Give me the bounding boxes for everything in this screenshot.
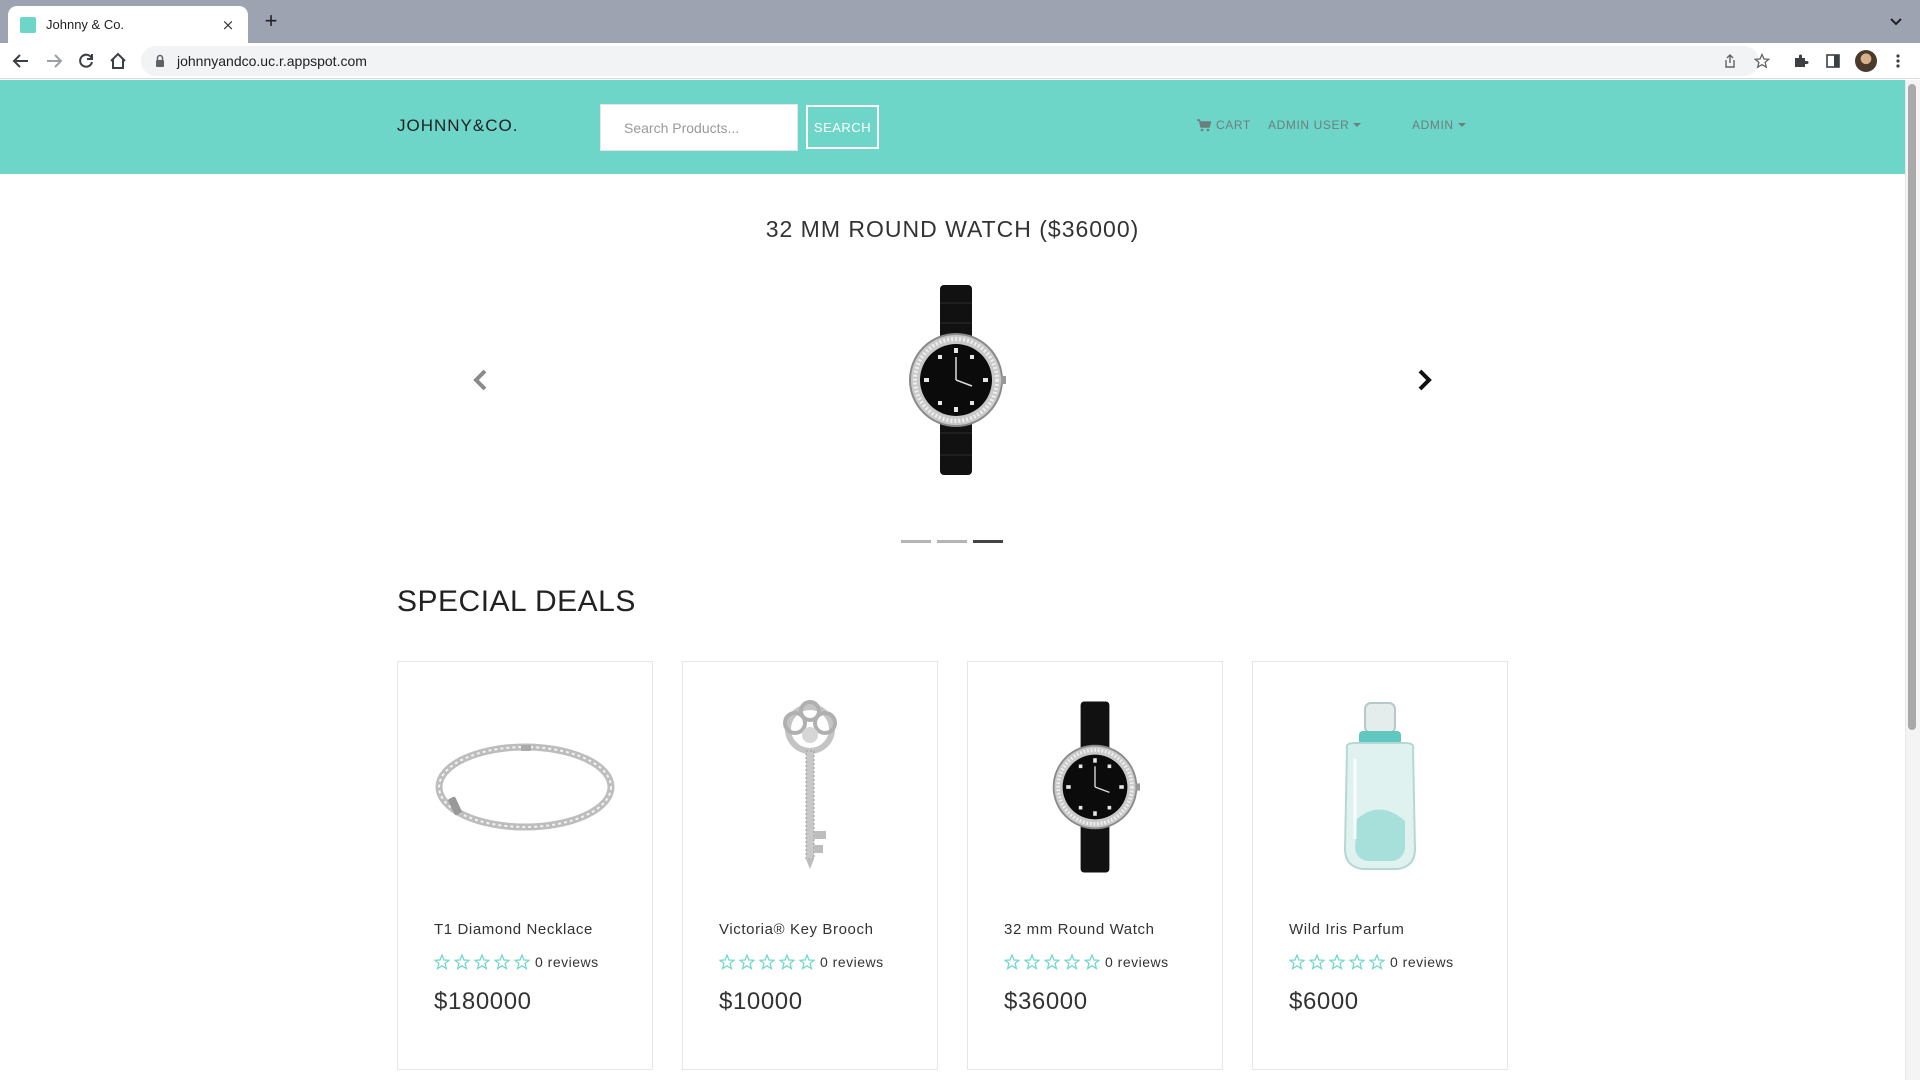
star-outline-icon (1289, 954, 1305, 970)
star-outline-icon (739, 954, 755, 970)
side-panel-icon (1826, 54, 1840, 68)
cart-icon (1197, 118, 1211, 131)
product-card[interactable]: T1 Diamond Necklace 0 reviews $180000 (397, 661, 653, 1070)
home-button[interactable] (106, 49, 130, 73)
star-outline-icon (1004, 954, 1020, 970)
star-outline-icon (799, 954, 815, 970)
product-price: $6000 (1289, 988, 1359, 1015)
address-bar[interactable]: johnnyandco.uc.r.appspot.com (141, 46, 1759, 76)
tab-close-button[interactable]: × (220, 16, 236, 34)
carousel-title[interactable]: 32 MM ROUND WATCH ($36000) (0, 216, 1905, 243)
profile-avatar[interactable] (1855, 50, 1877, 72)
reload-icon (79, 53, 93, 68)
caret-down-icon (1353, 123, 1362, 127)
side-panel-button[interactable] (1821, 49, 1845, 73)
carousel-indicator[interactable] (937, 540, 967, 543)
bookmark-button[interactable] (1750, 49, 1774, 73)
caret-down-icon (1457, 123, 1466, 127)
share-button[interactable] (1718, 49, 1742, 73)
site-header: JOHNNY&CO. SEARCH CART ADMIN USER ADMIN (0, 80, 1905, 174)
cart-link[interactable]: CART (1197, 118, 1251, 132)
favicon-icon (20, 16, 36, 33)
carousel-next-chevron-icon[interactable] (1412, 368, 1436, 392)
page-scrollbar-thumb[interactable] (1908, 84, 1916, 730)
perfume-bottle-image (1343, 702, 1417, 870)
kebab-menu-icon (1896, 54, 1900, 68)
product-name[interactable]: T1 Diamond Necklace (434, 921, 593, 938)
star-outline-icon (1084, 954, 1100, 970)
star-outline-icon (454, 954, 470, 970)
star-outline-icon (1309, 954, 1325, 970)
product-card[interactable]: Wild Iris Parfum 0 reviews $6000 (1252, 661, 1508, 1070)
product-name[interactable]: Victoria® Key Brooch (719, 921, 874, 938)
star-outline-icon (1369, 954, 1385, 970)
brand-logo[interactable]: JOHNNY&CO. (397, 116, 518, 136)
star-outline-icon (494, 954, 510, 970)
product-price: $10000 (719, 988, 803, 1015)
watch-image (1052, 701, 1140, 873)
back-button[interactable] (9, 49, 33, 73)
rating-stars: 0 reviews (1004, 954, 1169, 970)
product-card[interactable]: 32 mm Round Watch 0 reviews $36000 (967, 661, 1223, 1070)
url-text: johnnyandco.uc.r.appspot.com (177, 53, 367, 69)
watch-image[interactable] (906, 283, 1006, 477)
star-outline-icon (1024, 954, 1040, 970)
cart-label: CART (1216, 118, 1251, 132)
back-arrow-icon (12, 54, 28, 68)
product-card[interactable]: Victoria® Key Brooch 0 reviews $10000 (682, 661, 938, 1070)
star-outline-icon (1329, 954, 1345, 970)
product-name[interactable]: 32 mm Round Watch (1004, 921, 1155, 938)
rating-stars: 0 reviews (1289, 954, 1454, 970)
carousel-indicators (901, 540, 1003, 543)
star-outline-icon (719, 954, 735, 970)
admin-user-label: ADMIN USER (1268, 118, 1350, 132)
carousel-indicator[interactable] (901, 540, 931, 543)
admin-user-dropdown[interactable]: ADMIN USER (1268, 118, 1362, 132)
home-icon (110, 52, 126, 69)
review-count: 0 reviews (1105, 954, 1169, 970)
star-outline-icon (1349, 954, 1365, 970)
tab-search-chevron-icon[interactable] (1886, 11, 1906, 31)
review-count: 0 reviews (535, 954, 599, 970)
special-deals-heading: SPECIAL DEALS (397, 585, 636, 618)
review-count: 0 reviews (1390, 954, 1454, 970)
forward-button[interactable] (42, 49, 66, 73)
key-brooch-image (783, 700, 837, 869)
rating-stars: 0 reviews (434, 954, 599, 970)
browser-tab-bar: Johnny & Co. × + (0, 0, 1920, 43)
product-price: $36000 (1004, 988, 1088, 1015)
lock-icon (156, 54, 164, 67)
tab-title: Johnny & Co. (46, 17, 125, 32)
product-name[interactable]: Wild Iris Parfum (1289, 921, 1404, 938)
star-outline-icon (1754, 53, 1770, 69)
star-outline-icon (474, 954, 490, 970)
star-outline-icon (1064, 954, 1080, 970)
star-outline-icon (779, 954, 795, 970)
forward-arrow-icon (47, 54, 63, 68)
puzzle-icon (1795, 54, 1809, 67)
browser-toolbar: johnnyandco.uc.r.appspot.com (0, 43, 1920, 79)
star-outline-icon (514, 954, 530, 970)
star-outline-icon (434, 954, 450, 970)
share-icon (1725, 54, 1735, 68)
search-button[interactable]: SEARCH (806, 105, 879, 149)
rating-stars: 0 reviews (719, 954, 884, 970)
star-outline-icon (759, 954, 775, 970)
review-count: 0 reviews (820, 954, 884, 970)
reload-button[interactable] (74, 49, 98, 73)
browser-menu-button[interactable] (1886, 49, 1910, 73)
star-outline-icon (1044, 954, 1060, 970)
product-price: $180000 (434, 988, 532, 1015)
extensions-button[interactable] (1789, 49, 1813, 73)
bangle-image (435, 743, 615, 831)
admin-label: ADMIN (1412, 118, 1454, 132)
carousel-prev-chevron-icon[interactable] (469, 368, 493, 392)
search-input[interactable] (600, 104, 798, 151)
carousel-indicator-active[interactable] (973, 540, 1003, 543)
browser-tab[interactable]: Johnny & Co. × (8, 6, 248, 43)
admin-dropdown[interactable]: ADMIN (1412, 118, 1466, 132)
new-tab-button[interactable]: + (259, 8, 283, 33)
